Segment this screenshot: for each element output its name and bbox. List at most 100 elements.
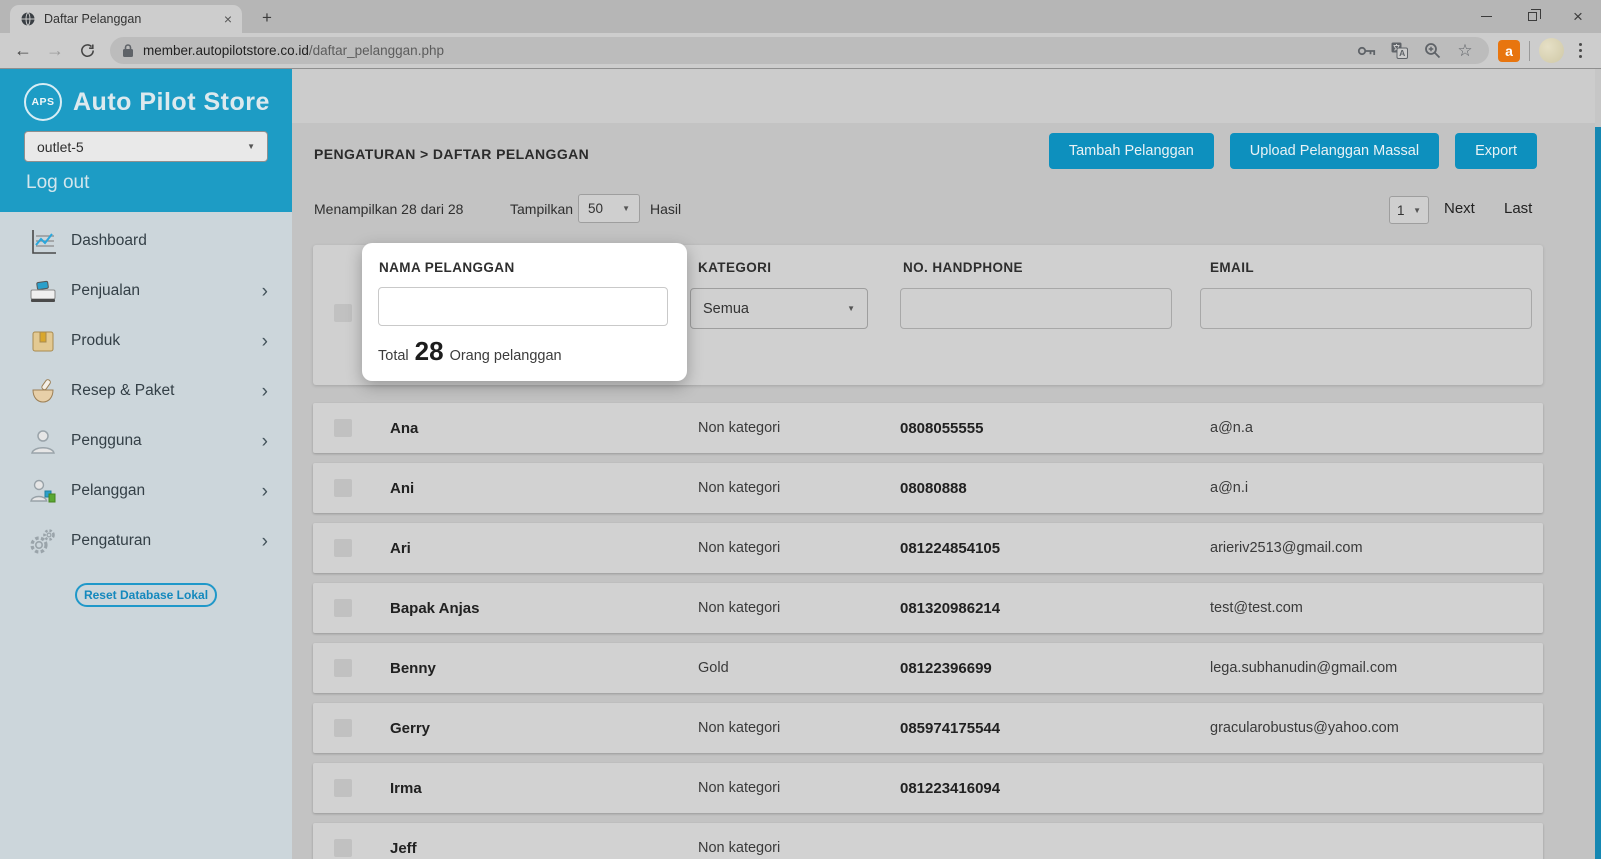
table-row: Ani Non kategori 08080888 a@n.i	[313, 463, 1543, 513]
cell-kategori: Non kategori	[698, 420, 900, 436]
restore-button[interactable]	[1509, 0, 1555, 33]
dashboard-chart-icon	[28, 228, 58, 255]
page-size-select[interactable]: 50 ▼	[578, 194, 640, 223]
breadcrumb: PENGATURAN > DAFTAR PELANGGAN	[314, 146, 589, 162]
tampilkan-label: Tampilkan	[510, 201, 573, 217]
table-row: Ana Non kategori 0808055555 a@n.a	[313, 403, 1543, 453]
total-customers-text: Total 28 Orang pelanggan	[378, 336, 562, 367]
row-checkbox[interactable]	[334, 839, 352, 857]
back-button[interactable]: ←	[9, 37, 37, 65]
cell-kategori: Non kategori	[698, 780, 900, 796]
reset-database-button[interactable]: Reset Database Lokal	[75, 583, 217, 607]
last-page-link[interactable]: Last	[1504, 200, 1532, 217]
sidebar-item-resep-paket[interactable]: Resep & Paket ›	[0, 366, 292, 416]
cell-handphone: 081320986214	[900, 600, 1210, 617]
sidebar-item-produk[interactable]: Produk ›	[0, 316, 292, 366]
hasil-label: Hasil	[650, 201, 681, 217]
url-text: member.autopilotstore.co.id/daftar_pelan…	[143, 43, 444, 58]
customer-table-rows: Ana Non kategori 0808055555 a@n.a Ani No…	[313, 403, 1543, 859]
row-checkbox[interactable]	[334, 719, 352, 737]
browser-tab[interactable]: Daftar Pelanggan ×	[10, 5, 242, 33]
sidebar-item-pengguna[interactable]: Pengguna ›	[0, 416, 292, 466]
browser-menu-icon[interactable]	[1568, 39, 1592, 63]
row-checkbox[interactable]	[334, 779, 352, 797]
table-row: Gerry Non kategori 085974175544 gracular…	[313, 703, 1543, 753]
logout-link[interactable]: Log out	[26, 172, 89, 194]
chevron-right-icon: ›	[262, 282, 268, 301]
minimize-button[interactable]	[1463, 0, 1509, 33]
upload-pelanggan-massal-button[interactable]: Upload Pelanggan Massal	[1230, 133, 1439, 169]
sidebar-item-label: Produk	[71, 332, 120, 350]
sidebar-item-pelanggan[interactable]: Pelanggan ›	[0, 466, 292, 516]
chevron-down-icon: ▼	[847, 304, 855, 313]
export-button[interactable]: Export	[1455, 133, 1537, 169]
sidebar-header: APS Auto Pilot Store outlet-5 ▼ Log out	[0, 69, 292, 212]
row-checkbox[interactable]	[334, 599, 352, 617]
next-page-link[interactable]: Next	[1444, 200, 1475, 217]
globe-favicon-icon	[20, 11, 36, 27]
page-number-value: 1	[1397, 203, 1405, 218]
forward-button[interactable]: →	[41, 37, 69, 65]
row-checkbox[interactable]	[334, 419, 352, 437]
showing-count-text: Menampilkan 28 dari 28	[314, 201, 463, 217]
sidebar-item-label: Pelanggan	[71, 482, 145, 500]
scrollbar-thumb[interactable]	[1595, 127, 1601, 859]
sidebar-item-penjualan[interactable]: Penjualan ›	[0, 266, 292, 316]
chevron-down-icon: ▼	[247, 142, 255, 151]
outlet-select[interactable]: outlet-5 ▼	[24, 131, 268, 162]
zoom-icon[interactable]	[1420, 39, 1444, 63]
cell-handphone: 08080888	[900, 480, 1210, 497]
cell-email: a@n.i	[1210, 480, 1543, 496]
sidebar-item-pengaturan[interactable]: Pengaturan ›	[0, 516, 292, 566]
product-box-icon	[28, 328, 58, 355]
kategori-filter-select[interactable]: Semua ▼	[690, 288, 868, 329]
column-header-email: EMAIL	[1210, 260, 1254, 275]
email-filter-input[interactable]	[1200, 288, 1532, 329]
browser-toolbar: ← → member.autopilotstore.co.id/daftar_p…	[0, 33, 1601, 69]
sidebar-item-dashboard[interactable]: Dashboard	[0, 216, 292, 266]
lock-icon	[122, 43, 134, 58]
table-row: Jeff Non kategori	[313, 823, 1543, 859]
cell-customer-name: Ana	[390, 420, 698, 437]
cell-kategori: Non kategori	[698, 840, 900, 856]
row-checkbox[interactable]	[334, 539, 352, 557]
column-header-kategori: KATEGORI	[698, 260, 771, 275]
close-tab-icon[interactable]: ×	[224, 11, 232, 27]
top-band	[292, 69, 1601, 123]
reload-button[interactable]	[73, 37, 101, 65]
extension-icon[interactable]: a	[1498, 40, 1520, 62]
reload-icon	[79, 42, 96, 59]
row-checkbox[interactable]	[334, 479, 352, 497]
cell-kategori: Non kategori	[698, 600, 900, 616]
row-checkbox[interactable]	[334, 659, 352, 677]
cell-email: lega.subhanudin@gmail.com	[1210, 660, 1543, 676]
cash-register-icon	[28, 278, 58, 305]
password-key-icon[interactable]	[1354, 39, 1378, 63]
translate-icon[interactable]: A	[1387, 39, 1411, 63]
browser-window: Daftar Pelanggan × + × ← → member.autopi…	[0, 0, 1601, 859]
nama-pelanggan-filter-input[interactable]	[378, 287, 668, 326]
select-all-checkbox[interactable]	[334, 304, 352, 322]
url-bar[interactable]: member.autopilotstore.co.id/daftar_pelan…	[110, 37, 1489, 64]
cell-customer-name: Bapak Anjas	[390, 600, 698, 617]
close-window-button[interactable]: ×	[1555, 0, 1601, 33]
brand-name: Auto Pilot Store	[73, 88, 270, 117]
cell-email: test@test.com	[1210, 600, 1543, 616]
sidebar-item-label: Resep & Paket	[71, 382, 174, 400]
svg-text:A: A	[1399, 48, 1405, 58]
tambah-pelanggan-button[interactable]: Tambah Pelanggan	[1049, 133, 1214, 169]
cell-handphone: 081223416094	[900, 780, 1210, 797]
total-customers-count: 28	[415, 336, 444, 367]
toolbar-separator	[1529, 41, 1530, 61]
browser-tabstrip: Daftar Pelanggan × + ×	[0, 0, 1601, 33]
cell-email: arieriv2513@gmail.com	[1210, 540, 1543, 556]
bookmark-star-icon[interactable]: ☆	[1453, 39, 1477, 63]
handphone-filter-input[interactable]	[900, 288, 1172, 329]
profile-avatar[interactable]	[1539, 38, 1564, 63]
sidebar: APS Auto Pilot Store outlet-5 ▼ Log out	[0, 69, 292, 859]
sidebar-item-label: Dashboard	[71, 232, 147, 250]
page-number-select[interactable]: 1 ▼	[1389, 196, 1429, 224]
page-size-value: 50	[588, 201, 603, 216]
new-tab-button[interactable]: +	[254, 7, 280, 29]
cell-customer-name: Irma	[390, 780, 698, 797]
